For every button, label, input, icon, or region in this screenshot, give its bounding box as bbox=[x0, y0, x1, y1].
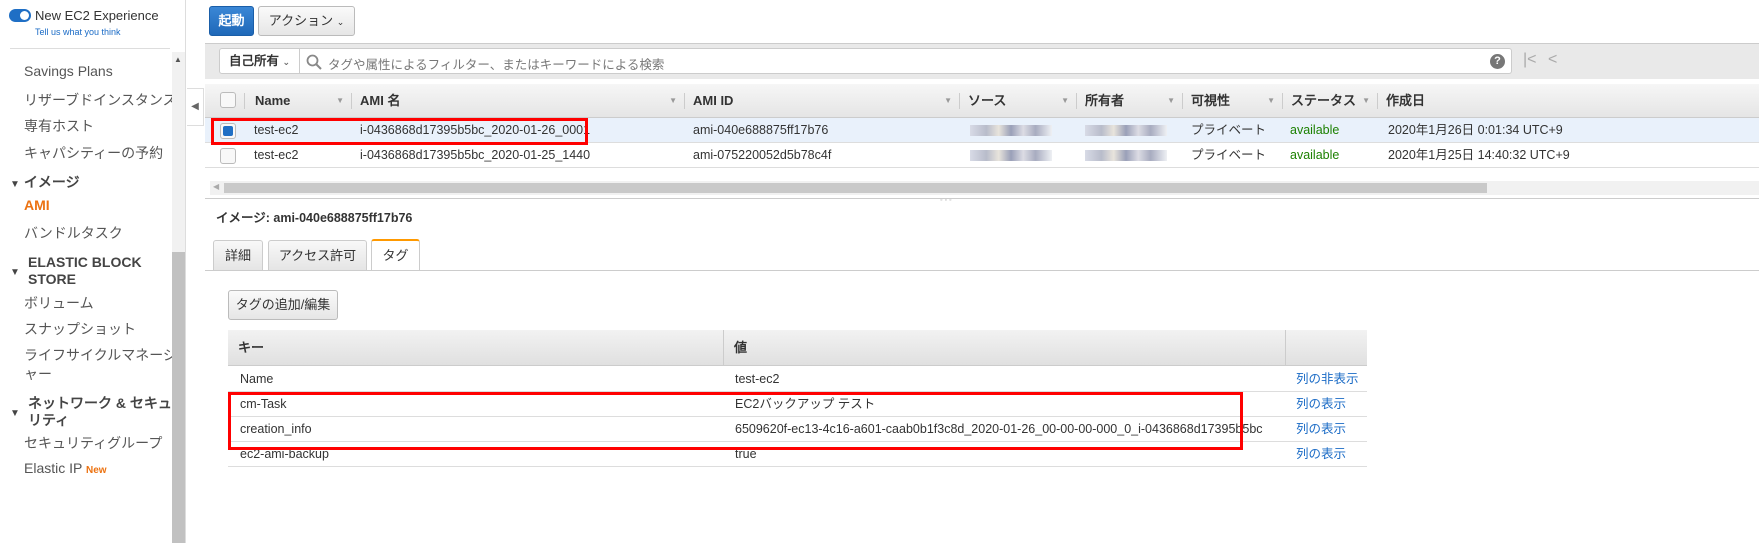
splitter[interactable] bbox=[205, 198, 1759, 199]
tag-column-key: キー bbox=[228, 330, 723, 366]
chevron-down-icon: ⌄ bbox=[282, 57, 291, 67]
chevron-down-icon: ⌄ bbox=[336, 17, 345, 27]
caret-down-icon: ▼ bbox=[10, 267, 20, 278]
show-column-link[interactable]: 列の表示 bbox=[1296, 392, 1346, 417]
sidebar-item-elastic-ip[interactable]: Elastic IP New bbox=[24, 460, 107, 476]
cell-name: test-ec2 bbox=[254, 148, 299, 162]
owner-filter-select[interactable]: 自己所有 ⌄ bbox=[219, 48, 300, 74]
show-column-link[interactable]: 列の表示 bbox=[1296, 417, 1346, 442]
sidebar-item-snapshots[interactable]: スナップショット bbox=[24, 319, 136, 339]
drag-handle-icon[interactable]: ◦◦◦ bbox=[940, 197, 953, 204]
column-header-created[interactable]: 作成日 bbox=[1378, 84, 1759, 118]
collapse-sidebar-button[interactable]: ◀ bbox=[187, 88, 204, 126]
search-icon bbox=[306, 54, 322, 70]
sidebar-scroll-thumb[interactable] bbox=[172, 252, 185, 543]
scroll-thumb[interactable] bbox=[224, 183, 1487, 193]
edit-tags-button[interactable]: タグの追加/編集 bbox=[228, 290, 338, 320]
sidebar-item-savings-plans[interactable]: Savings Plans bbox=[24, 63, 113, 79]
show-column-link[interactable]: 列の表示 bbox=[1296, 442, 1346, 467]
sort-icon: ▼ bbox=[1362, 96, 1370, 105]
sidebar-section-ebs[interactable]: ▼ ELASTIC BLOCK STORE bbox=[10, 254, 142, 288]
sort-icon: ▼ bbox=[336, 96, 344, 105]
cell-created: 2020年1月26日 0:01:34 UTC+9 bbox=[1388, 123, 1563, 137]
previous-page-icon[interactable]: < bbox=[1548, 51, 1557, 69]
chevron-left-icon: ◀ bbox=[191, 101, 199, 112]
select-all-checkbox[interactable] bbox=[220, 92, 236, 108]
cell-visibility: プライベート bbox=[1191, 123, 1267, 137]
blurred-source bbox=[970, 150, 1052, 161]
sidebar-section-images[interactable]: ▼ イメージ bbox=[10, 174, 80, 193]
experience-label: New EC2 Experience bbox=[35, 8, 159, 23]
sort-icon: ▼ bbox=[669, 96, 677, 105]
highlight-box bbox=[211, 118, 588, 145]
column-header-ami-id[interactable]: AMI ID ▼ bbox=[685, 84, 960, 118]
scroll-up-icon[interactable]: ▲ bbox=[174, 55, 182, 64]
blurred-owner bbox=[1085, 125, 1167, 136]
sort-icon: ▼ bbox=[1267, 96, 1275, 105]
sidebar-item-ami[interactable]: AMI bbox=[24, 197, 50, 213]
sort-icon: ▼ bbox=[944, 96, 952, 105]
tag-row: Name test-ec2 列の非表示 bbox=[228, 367, 1367, 392]
sidebar-item-security-groups[interactable]: セキュリティグループ bbox=[24, 433, 162, 453]
scroll-left-icon[interactable]: ◀ bbox=[213, 182, 219, 191]
sidebar-section-network[interactable]: ▼ ネットワーク & セキュ リティ bbox=[10, 395, 172, 429]
first-page-icon[interactable]: |< bbox=[1523, 51, 1537, 69]
select-all-header bbox=[205, 84, 245, 118]
detail-title: イメージ: ami-040e688875ff17b76 bbox=[216, 211, 413, 225]
tag-column-value: 値 bbox=[723, 330, 1285, 366]
caret-down-icon: ▼ bbox=[10, 408, 20, 419]
tab-divider bbox=[205, 270, 1759, 271]
tab-details[interactable]: 詳細 bbox=[213, 240, 263, 271]
sidebar-item-capacity-reservations[interactable]: キャパシティーの予約 bbox=[24, 143, 163, 163]
column-header-source[interactable]: ソース ▼ bbox=[960, 84, 1077, 118]
blurred-owner bbox=[1085, 150, 1167, 161]
sort-icon: ▼ bbox=[1061, 96, 1069, 105]
cell-status: available bbox=[1290, 148, 1340, 162]
cell-status: available bbox=[1290, 123, 1340, 137]
column-header-owner[interactable]: 所有者 ▼ bbox=[1077, 84, 1183, 118]
feedback-link[interactable]: Tell us what you think bbox=[35, 27, 121, 37]
tag-column-action bbox=[1285, 330, 1367, 366]
new-experience-toggle[interactable] bbox=[9, 9, 31, 22]
column-header-name[interactable]: Name ▼ bbox=[245, 84, 352, 118]
table-row[interactable]: test-ec2 i-0436868d17395b5bc_2020-01-25_… bbox=[205, 143, 1759, 168]
cell-visibility: プライベート bbox=[1191, 148, 1267, 162]
cell-ami-id: ami-075220052d5b78c4f bbox=[693, 148, 832, 162]
sidebar-item-bundle-tasks[interactable]: バンドルタスク bbox=[24, 223, 123, 243]
tab-tags[interactable]: タグ bbox=[371, 239, 420, 271]
sidebar: New EC2 Experience Tell us what you thin… bbox=[0, 0, 186, 543]
hide-column-link[interactable]: 列の非表示 bbox=[1296, 367, 1359, 392]
column-header-ami-name[interactable]: AMI 名 ▼ bbox=[352, 84, 685, 118]
sort-icon: ▼ bbox=[1167, 96, 1175, 105]
search-input[interactable]: タグや属性によるフィルター、またはキーワードによる検索 ? bbox=[300, 48, 1512, 74]
sidebar-item-volumes[interactable]: ボリューム bbox=[24, 293, 94, 313]
row-checkbox[interactable] bbox=[220, 148, 236, 164]
new-badge: New bbox=[86, 465, 107, 476]
sidebar-item-lifecycle-manager[interactable]: ライフサイクルマネージ ャー bbox=[24, 346, 177, 384]
launch-button[interactable]: 起動 bbox=[209, 6, 254, 36]
actions-button[interactable]: アクション ⌄ bbox=[258, 6, 355, 36]
help-icon[interactable]: ? bbox=[1490, 54, 1505, 69]
column-header-visibility[interactable]: 可視性 ▼ bbox=[1183, 84, 1283, 118]
caret-down-icon: ▼ bbox=[10, 179, 20, 190]
column-header-status[interactable]: ステータス ▼ bbox=[1283, 84, 1378, 118]
sidebar-item-reserved-instances[interactable]: リザーブドインスタンス bbox=[24, 90, 177, 110]
cell-created: 2020年1月25日 14:40:32 UTC+9 bbox=[1388, 148, 1570, 162]
sidebar-item-dedicated-hosts[interactable]: 専有ホスト bbox=[24, 116, 94, 136]
highlight-box bbox=[228, 392, 1243, 450]
cell-ami-name: i-0436868d17395b5bc_2020-01-25_1440 bbox=[360, 148, 591, 162]
blurred-source bbox=[970, 125, 1052, 136]
cell-ami-id: ami-040e688875ff17b76 bbox=[693, 123, 829, 137]
divider bbox=[10, 48, 170, 49]
tab-permissions[interactable]: アクセス許可 bbox=[268, 240, 367, 271]
